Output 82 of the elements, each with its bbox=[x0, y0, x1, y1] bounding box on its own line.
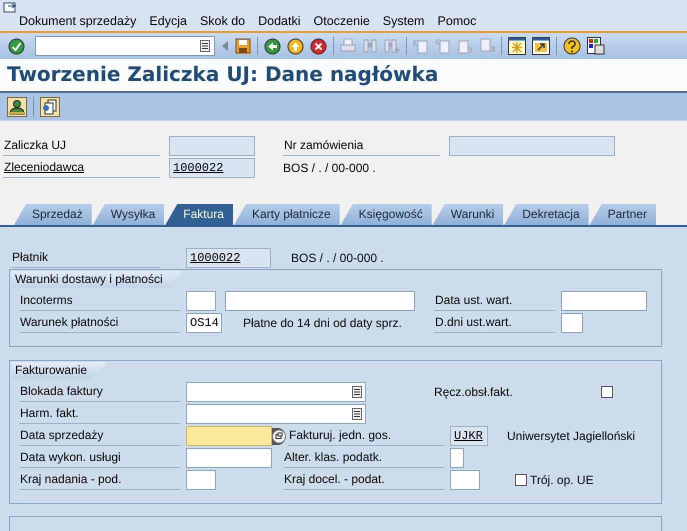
field-label: Kraj nadania - pod. bbox=[19, 470, 180, 490]
save-icon[interactable] bbox=[235, 38, 251, 54]
tab[interactable]: Księgowość bbox=[340, 204, 432, 225]
value-help-icon[interactable] bbox=[272, 428, 287, 444]
input-field[interactable] bbox=[450, 448, 464, 468]
menu-item[interactable]: Dodatki bbox=[258, 13, 301, 29]
input-field[interactable] bbox=[449, 136, 615, 156]
group-title: Fakturowanie bbox=[11, 362, 108, 379]
last-page-icon[interactable] bbox=[479, 38, 495, 54]
new-session-icon[interactable] bbox=[508, 37, 526, 55]
input-field[interactable]: 1000022 bbox=[186, 248, 271, 268]
field-label: Data ust. wart. bbox=[434, 291, 555, 311]
input-field[interactable] bbox=[450, 470, 480, 490]
input-field[interactable] bbox=[186, 404, 366, 424]
checkbox[interactable] bbox=[515, 474, 527, 486]
first-page-icon[interactable] bbox=[413, 38, 429, 54]
previous-page-icon[interactable] bbox=[435, 38, 451, 54]
tab[interactable]: Sprzedaż bbox=[14, 204, 92, 225]
input-field[interactable] bbox=[169, 136, 255, 156]
input-field[interactable] bbox=[186, 470, 216, 490]
field-label: Kraj docel. - podat. bbox=[283, 470, 445, 490]
input-field[interactable] bbox=[225, 291, 415, 311]
printer-icon[interactable] bbox=[340, 38, 356, 54]
input-field[interactable] bbox=[186, 448, 272, 468]
field-label: D.dni ust.wart. bbox=[434, 313, 555, 333]
menu-item[interactable]: Pomoc bbox=[437, 13, 476, 29]
field-text: Płatne do 14 dni od daty sprz. bbox=[243, 315, 403, 332]
enter-check-icon[interactable] bbox=[8, 38, 25, 54]
field-label: Fakturuj. jedn. gos. bbox=[288, 426, 445, 446]
menu-item[interactable]: Skok do bbox=[200, 13, 246, 29]
input-field[interactable] bbox=[561, 291, 647, 311]
group-title: Warunki dostawy i płatności bbox=[11, 271, 183, 288]
dropdown-list-icon[interactable] bbox=[200, 40, 210, 52]
documents-icon[interactable] bbox=[40, 96, 60, 116]
shortcut-icon[interactable] bbox=[532, 37, 550, 55]
input-field[interactable]: OS14 bbox=[186, 313, 222, 333]
checkbox[interactable] bbox=[601, 386, 613, 398]
input-field[interactable] bbox=[186, 426, 272, 446]
dropdown-list-icon[interactable] bbox=[352, 408, 362, 420]
field-label: Incoterms bbox=[19, 291, 180, 311]
input-field[interactable] bbox=[561, 313, 583, 333]
tab[interactable]: Wysyłka bbox=[92, 204, 164, 225]
layout-menu-icon[interactable] bbox=[587, 37, 605, 55]
input-field[interactable]: 1000022 bbox=[169, 158, 255, 178]
tab[interactable]: Partner bbox=[590, 204, 656, 225]
field-text: Uniwersytet Jagielloński bbox=[507, 428, 636, 445]
command-field[interactable] bbox=[35, 36, 215, 56]
menu-item[interactable]: Otoczenie bbox=[314, 13, 370, 29]
field-label: Nr zamówienia bbox=[283, 136, 440, 156]
tab[interactable]: Karty płatnicze bbox=[234, 204, 340, 225]
field-label: Data sprzedaży bbox=[19, 426, 180, 446]
menu-item[interactable]: Dokument sprzedaży bbox=[19, 13, 136, 29]
menu-item[interactable]: System bbox=[382, 13, 424, 29]
field-label-link[interactable]: Zleceniodawca bbox=[3, 158, 160, 178]
binoculars-icon[interactable] bbox=[362, 38, 378, 54]
person-icon[interactable] bbox=[7, 96, 27, 116]
field-text: BOS / . / 00-000 . bbox=[291, 250, 385, 267]
field-label: Harm. fakt. bbox=[19, 404, 180, 424]
field-text: BOS / . / 00-000 . bbox=[283, 160, 377, 177]
dropdown-list-icon[interactable] bbox=[352, 386, 362, 398]
binoculars-plus-icon[interactable] bbox=[384, 38, 400, 54]
next-page-icon[interactable] bbox=[457, 38, 473, 54]
field-label: Zaliczka UJ bbox=[3, 136, 160, 156]
triangle-left-icon[interactable] bbox=[221, 40, 229, 52]
field-text: Ręcz.obsł.fakt. bbox=[434, 384, 514, 401]
field-label: Płatnik bbox=[11, 248, 160, 268]
cancel-icon[interactable] bbox=[310, 38, 327, 54]
tab[interactable]: Warunki bbox=[432, 204, 504, 225]
tab[interactable]: Dekretacja bbox=[504, 204, 589, 225]
field-label: Blokada faktury bbox=[19, 382, 180, 402]
checkbox-label: Trój. op. UE bbox=[530, 473, 594, 487]
input-field[interactable]: UJKR bbox=[450, 426, 488, 446]
field-label: Alter. klas. podatk. bbox=[283, 448, 445, 468]
field-label: Warunek płatności bbox=[19, 313, 180, 333]
help-icon[interactable] bbox=[563, 37, 581, 55]
field-label: Data wykon. usługi bbox=[19, 448, 180, 468]
window-menu-icon[interactable] bbox=[3, 2, 17, 14]
screen-title: Tworzenie Zaliczka UJ: Dane nagłówka bbox=[6, 61, 440, 86]
menu-item[interactable]: Edycja bbox=[149, 13, 187, 29]
input-field[interactable] bbox=[186, 382, 366, 402]
tab[interactable]: Faktura bbox=[165, 204, 233, 225]
input-field[interactable] bbox=[186, 291, 216, 311]
